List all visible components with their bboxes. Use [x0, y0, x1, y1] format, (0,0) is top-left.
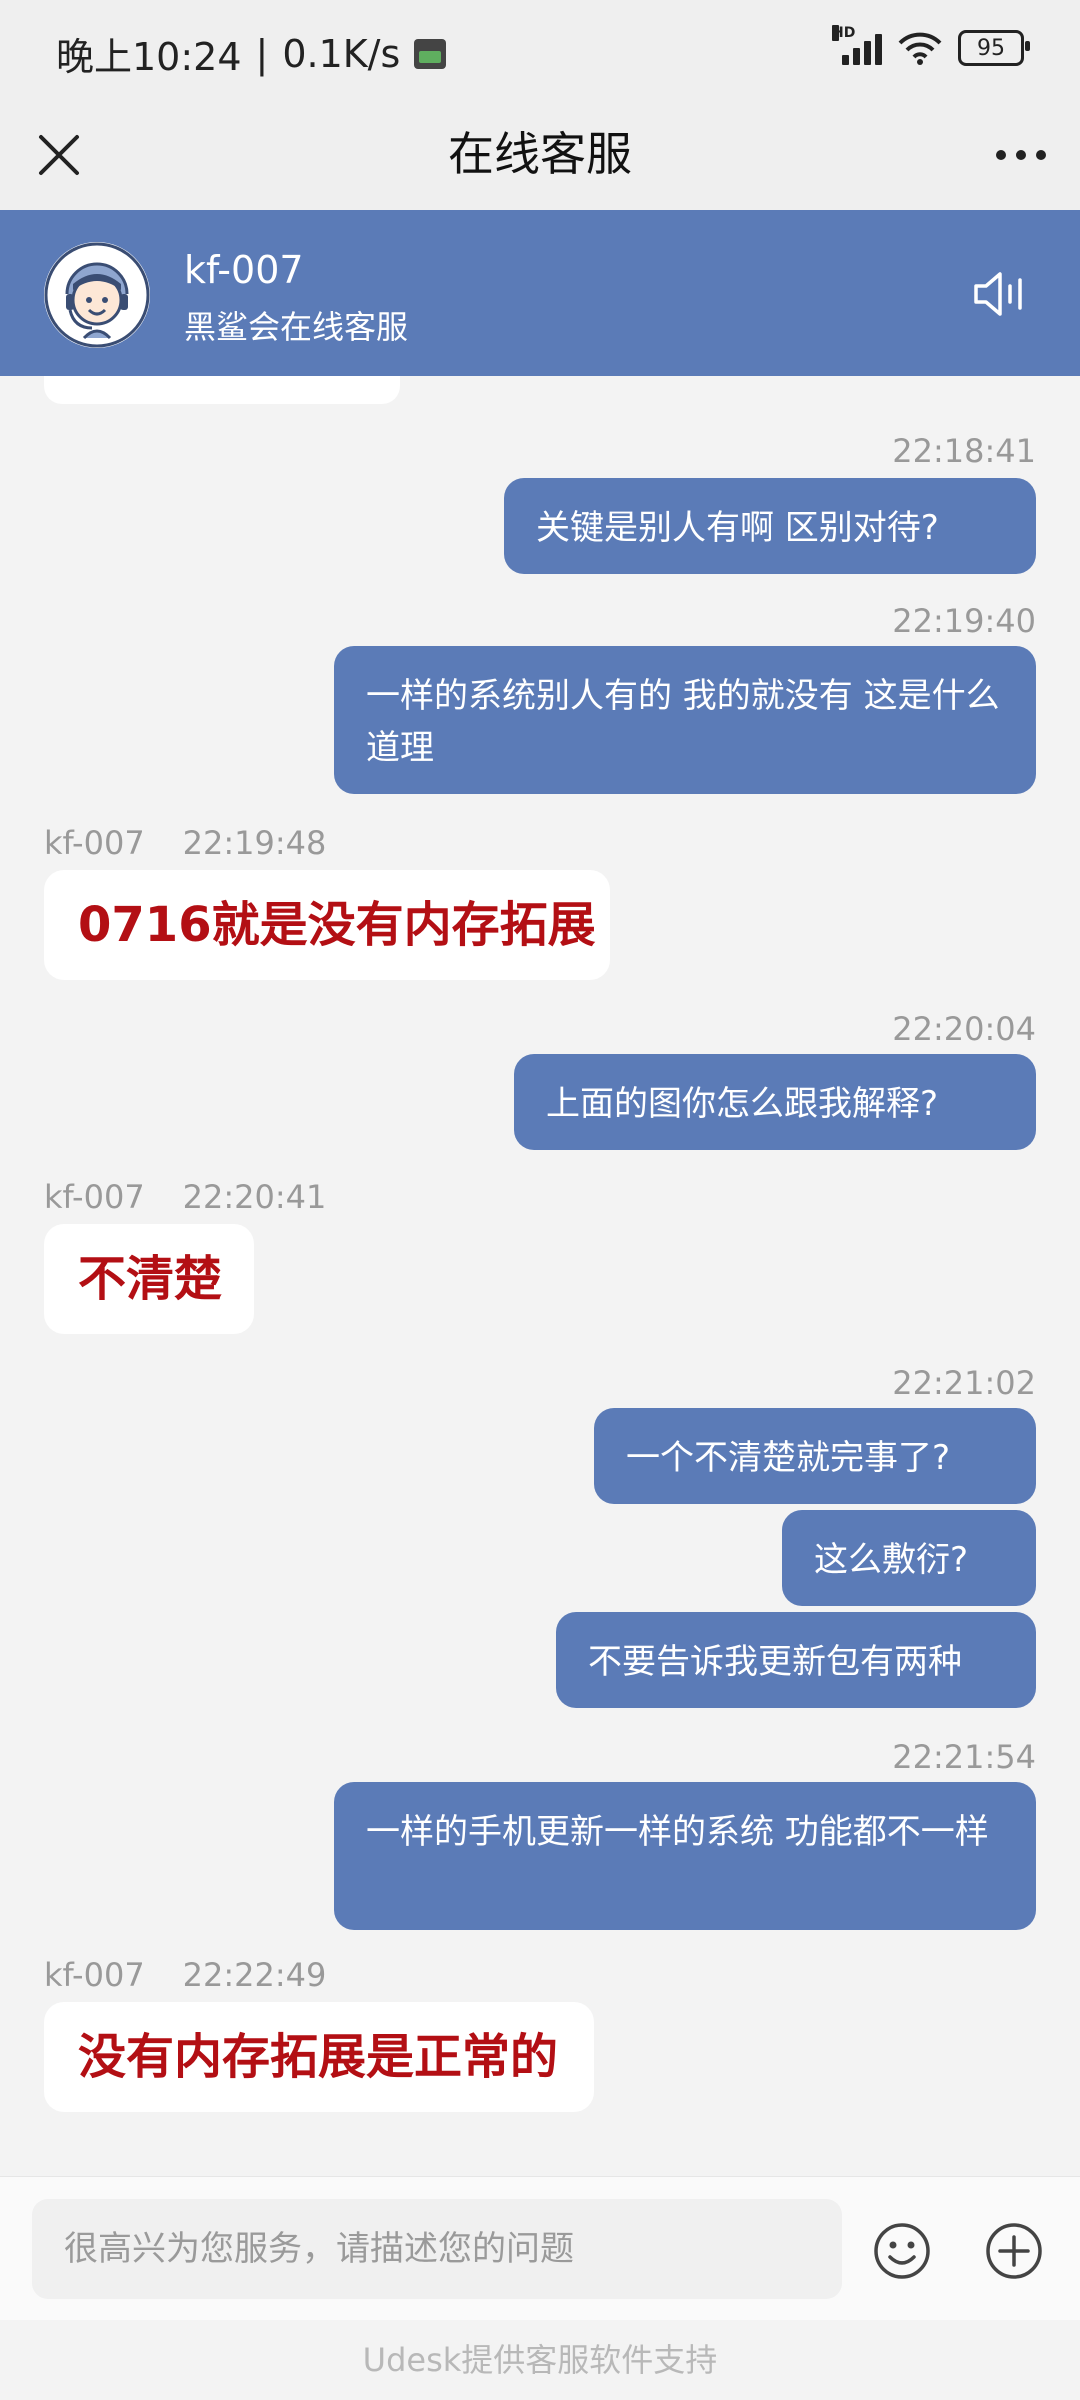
wifi-icon [898, 32, 942, 65]
agent-message-sender: kf-007 [44, 824, 145, 862]
agent-message-sender: kf-007 [44, 1178, 145, 1216]
battery-icon: 95 [958, 30, 1030, 66]
agent-message-bubble[interactable]: 不清楚 [44, 1224, 254, 1334]
powered-by-footer: Udesk提供客服软件支持 [0, 2320, 1080, 2400]
message-timestamp: 22:19:40 [892, 602, 1036, 640]
status-separator: | [255, 31, 269, 76]
page-title: 在线客服 [448, 127, 632, 181]
user-message-bubble[interactable]: 这么敷衍? [782, 1510, 1036, 1606]
message-timestamp: 22:22:49 [182, 1956, 327, 1994]
user-message-bubble[interactable]: 上面的图你怎么跟我解释? [514, 1054, 1036, 1150]
speaker-icon [974, 272, 1022, 316]
signal-icon: HD [832, 25, 882, 65]
emoji-button[interactable] [870, 2219, 934, 2283]
agent-message-meta: kf-007 22:20:41 [44, 1178, 326, 1216]
input-bar [0, 2176, 1080, 2321]
chat-area[interactable]: 22:18:41 关键是别人有啊 区别对待? 22:19:40 一样的系统别人有… [0, 376, 1080, 2176]
emoji-icon [874, 2223, 930, 2279]
hd-label: HD [832, 25, 856, 41]
partial-message-bubble [44, 376, 400, 404]
agent-message-bubble[interactable]: 没有内存拓展是正常的 [44, 2002, 594, 2112]
user-message-bubble[interactable]: 不要告诉我更新包有两种 [556, 1612, 1036, 1708]
agent-subtitle: 黑鲨会在线客服 [184, 308, 409, 346]
user-message-bubble[interactable]: 一样的系统别人有的 我的就没有 这是什么道理 [334, 646, 1036, 794]
more-button[interactable] [986, 120, 1056, 190]
battery-level: 95 [977, 35, 1005, 61]
message-timestamp: 22:18:41 [892, 432, 1036, 470]
user-message-bubble[interactable]: 一样的手机更新一样的系统 功能都不一样 [334, 1782, 1036, 1930]
agent-message-meta: kf-007 22:19:48 [44, 824, 326, 862]
message-timestamp: 22:19:48 [182, 824, 327, 862]
nav-bar: 在线客服 [0, 100, 1080, 210]
status-time: 晚上10:24 [56, 35, 242, 79]
agent-header: kf-007 黑鲨会在线客服 [0, 210, 1080, 376]
agent-message-bubble[interactable]: 0716就是没有内存拓展 [44, 870, 610, 980]
agent-avatar [44, 242, 150, 348]
user-message-bubble[interactable]: 一个不清楚就完事了? [594, 1408, 1036, 1504]
sim-icon [414, 38, 447, 69]
status-right: HD 95 [832, 25, 1030, 66]
message-timestamp: 22:21:02 [892, 1364, 1036, 1402]
agent-message-meta: kf-007 22:22:49 [44, 1956, 326, 1994]
plus-button[interactable] [982, 2219, 1046, 2283]
status-bar: 晚上10:24 | 0.1K/s HD 95 [0, 0, 1080, 100]
agent-name: kf-007 [184, 248, 304, 292]
message-timestamp: 22:21:54 [892, 1738, 1036, 1776]
message-timestamp: 22:20:41 [182, 1178, 327, 1216]
plus-icon [986, 2223, 1042, 2279]
status-left: 晚上10:24 | 0.1K/s [56, 26, 447, 81]
message-input[interactable] [32, 2199, 842, 2299]
agent-avatar-icon [44, 242, 150, 348]
message-timestamp: 22:20:04 [892, 1010, 1036, 1048]
agent-message-sender: kf-007 [44, 1956, 145, 1994]
sound-button[interactable] [968, 262, 1032, 326]
more-icon [996, 150, 1046, 160]
user-message-bubble[interactable]: 关键是别人有啊 区别对待? [504, 478, 1036, 574]
status-net-speed: 0.1K/s [282, 31, 401, 76]
